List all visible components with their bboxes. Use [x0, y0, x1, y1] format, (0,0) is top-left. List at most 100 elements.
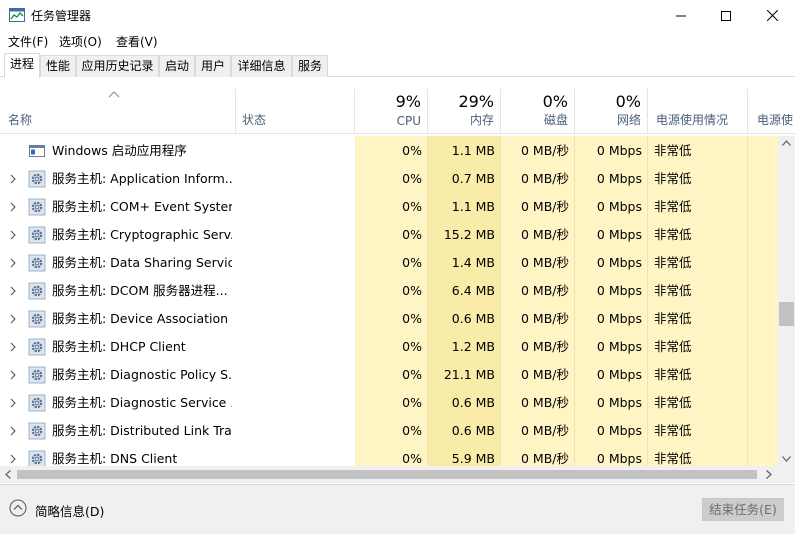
- header-memory[interactable]: 29% 内存: [428, 89, 501, 134]
- collapse-details-icon[interactable]: [9, 499, 27, 517]
- process-name: 服务主机: COM+ Event System: [52, 199, 232, 214]
- header-cpu[interactable]: 9% CPU: [355, 89, 428, 134]
- network-value: 0 Mbps: [596, 227, 642, 242]
- header-status[interactable]: 状态: [236, 89, 355, 134]
- tab-bar: 进程 性能 应用历史记录 启动 用户 详细信息 服务: [0, 53, 795, 78]
- maximize-button[interactable]: [703, 0, 749, 31]
- process-name: 服务主机: DCOM 服务器进程...: [52, 283, 228, 298]
- network-value: 0 Mbps: [596, 255, 642, 270]
- disk-value: 0 MB/秒: [521, 423, 569, 438]
- menu-view[interactable]: 查看(V): [116, 33, 158, 50]
- horizontal-scroll-thumb[interactable]: [17, 470, 757, 479]
- process-row[interactable]: 服务主机: Data Sharing Service 0% 1.4 MB 0 MB/秒…: [0, 249, 778, 277]
- cpu-value: 0%: [402, 423, 422, 438]
- header-disk[interactable]: 0% 磁盘: [501, 89, 575, 134]
- process-row[interactable]: 服务主机: DHCP Client 0% 1.2 MB 0 MB/秒 0 Mbps 非常低: [0, 333, 778, 361]
- column-header: 名称 状态 9% CPU 29% 内存 0% 磁盘 0% 网络 电源使用情况 电…: [0, 89, 795, 134]
- expand-chevron-icon[interactable]: [9, 370, 17, 380]
- header-power[interactable]: 电源使用情况: [648, 89, 748, 134]
- cpu-value: 0%: [402, 339, 422, 354]
- disk-value: 0 MB/秒: [521, 199, 569, 214]
- disk-value: 0 MB/秒: [521, 367, 569, 382]
- header-cpu-label: CPU: [396, 114, 421, 128]
- minimize-icon: [676, 15, 686, 16]
- vertical-scrollbar[interactable]: [778, 136, 795, 466]
- expand-chevron-icon[interactable]: [9, 230, 17, 240]
- header-memory-pct: 29%: [458, 92, 494, 111]
- vertical-scroll-thumb[interactable]: [779, 302, 794, 326]
- gear-icon: [28, 170, 46, 188]
- tab-users[interactable]: 用户: [195, 55, 231, 77]
- tab-processes[interactable]: 进程: [4, 53, 40, 78]
- gear-icon: [28, 338, 46, 356]
- process-row[interactable]: 服务主机: DCOM 服务器进程... 0% 6.4 MB 0 MB/秒 0 Mbps 非…: [0, 277, 778, 305]
- expand-chevron-icon[interactable]: [9, 286, 17, 296]
- disk-value: 0 MB/秒: [521, 255, 569, 270]
- memory-value: 1.2 MB: [451, 339, 495, 354]
- process-row[interactable]: 服务主机: Device Association ... 0% 0.6 MB 0 MB…: [0, 305, 778, 333]
- header-name[interactable]: 名称: [0, 89, 236, 134]
- power-usage-value: 非常低: [654, 367, 692, 382]
- disk-value: 0 MB/秒: [521, 227, 569, 242]
- tab-startup[interactable]: 启动: [159, 55, 195, 77]
- expand-chevron-icon[interactable]: [9, 454, 17, 464]
- process-row[interactable]: 服务主机: DNS Client 0% 5.9 MB 0 MB/秒 0 Mbps 非常低: [0, 445, 778, 466]
- sort-ascending-icon: [108, 91, 120, 98]
- process-row[interactable]: Windows 启动应用程序 0% 1.1 MB 0 MB/秒 0 Mbps 非常低: [0, 137, 778, 165]
- menu-file[interactable]: 文件(F): [8, 33, 48, 50]
- process-row[interactable]: 服务主机: Diagnostic Service ... 0% 0.6 MB 0 MB…: [0, 389, 778, 417]
- scroll-up-icon[interactable]: [782, 140, 791, 146]
- power-usage-value: 非常低: [654, 395, 692, 410]
- network-value: 0 Mbps: [596, 423, 642, 438]
- header-disk-label: 磁盘: [543, 113, 568, 127]
- network-value: 0 Mbps: [596, 311, 642, 326]
- tab-performance[interactable]: 性能: [40, 55, 76, 77]
- cpu-value: 0%: [402, 255, 422, 270]
- expand-chevron-icon[interactable]: [9, 342, 17, 352]
- close-icon: [766, 10, 778, 21]
- process-row[interactable]: 服务主机: Cryptographic Serv... 0% 15.2 MB 0 MB…: [0, 221, 778, 249]
- header-power-trend[interactable]: 电源使: [748, 89, 795, 134]
- expand-chevron-icon[interactable]: [9, 174, 17, 184]
- disk-value: 0 MB/秒: [521, 143, 569, 158]
- expand-chevron-icon[interactable]: [9, 398, 17, 408]
- memory-value: 5.9 MB: [451, 451, 495, 466]
- header-network[interactable]: 0% 网络: [575, 89, 648, 134]
- process-name: Windows 启动应用程序: [52, 143, 187, 158]
- tab-app-history[interactable]: 应用历史记录: [76, 55, 159, 77]
- scroll-right-icon[interactable]: [766, 470, 772, 479]
- close-button[interactable]: [749, 0, 795, 31]
- cpu-value: 0%: [402, 171, 422, 186]
- footer-bar: 简略信息(D) 结束任务(E): [0, 484, 795, 534]
- minimize-button[interactable]: [658, 0, 704, 31]
- expand-chevron-icon[interactable]: [9, 202, 17, 212]
- tab-services[interactable]: 服务: [292, 55, 328, 77]
- tab-details[interactable]: 详细信息: [231, 55, 292, 77]
- process-row[interactable]: 服务主机: Diagnostic Policy S... 0% 21.1 MB 0 M…: [0, 361, 778, 389]
- process-row[interactable]: 服务主机: COM+ Event System 0% 1.1 MB 0 MB/秒 0 M…: [0, 193, 778, 221]
- network-value: 0 Mbps: [596, 171, 642, 186]
- scroll-down-icon[interactable]: [782, 456, 791, 462]
- fewer-details-link[interactable]: 简略信息(D): [35, 501, 104, 520]
- expand-chevron-icon[interactable]: [9, 258, 17, 268]
- header-power-trend-label: 电源使: [757, 113, 794, 127]
- process-name: 服务主机: Application Inform...: [52, 171, 232, 186]
- process-name: 服务主机: Device Association ...: [52, 311, 232, 326]
- memory-value: 21.1 MB: [443, 367, 495, 382]
- process-row[interactable]: 服务主机: Application Inform... 0% 0.7 MB 0 MB/…: [0, 165, 778, 193]
- memory-value: 0.6 MB: [451, 395, 495, 410]
- memory-value: 0.6 MB: [451, 423, 495, 438]
- process-row[interactable]: 服务主机: Distributed Link Tra... 0% 0.6 MB 0 M…: [0, 417, 778, 445]
- end-task-button[interactable]: 结束任务(E): [702, 498, 784, 521]
- power-usage-value: 非常低: [654, 311, 692, 326]
- expand-chevron-icon[interactable]: [9, 314, 17, 324]
- memory-value: 6.4 MB: [451, 283, 495, 298]
- memory-value: 1.1 MB: [451, 143, 495, 158]
- title-bar: 任务管理器: [0, 0, 795, 31]
- scroll-left-icon[interactable]: [5, 470, 11, 479]
- header-status-label: 状态: [242, 113, 267, 127]
- scrollbar-corner: [778, 466, 795, 483]
- gear-icon: [28, 310, 46, 328]
- menu-options[interactable]: 选项(O): [59, 33, 102, 50]
- expand-chevron-icon[interactable]: [9, 426, 17, 436]
